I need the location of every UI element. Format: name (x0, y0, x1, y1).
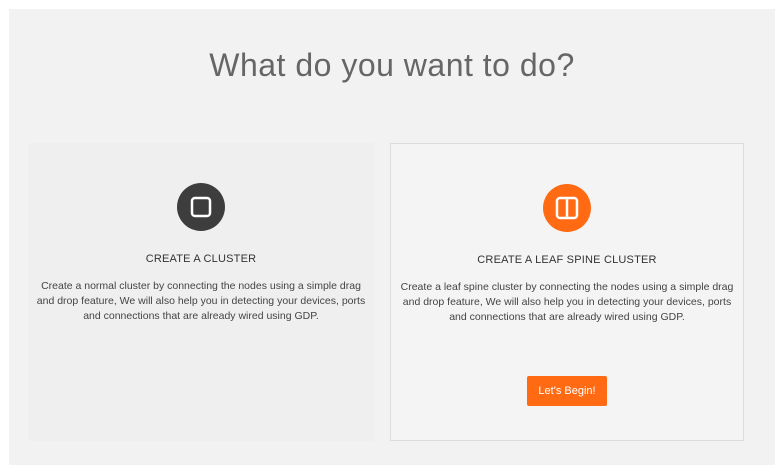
card-heading: CREATE A LEAF SPINE CLUSTER (477, 254, 657, 266)
card-description: Create a leaf spine cluster by connectin… (400, 281, 734, 323)
lets-begin-button[interactable]: Let's Begin! (527, 376, 607, 406)
create-leaf-spine-cluster-card[interactable]: CREATE A LEAF SPINE CLUSTER Create a lea… (390, 143, 744, 441)
page-title: What do you want to do? (209, 47, 575, 83)
create-cluster-card[interactable]: CREATE A CLUSTER Create a normal cluster… (28, 143, 374, 441)
card-heading: CREATE A CLUSTER (145, 253, 257, 265)
main-panel: What do you want to do? CREATE A CLUSTER… (9, 9, 775, 465)
card-description: Create a normal cluster by connecting th… (36, 280, 366, 322)
split-square-icon (543, 184, 591, 232)
square-icon (177, 183, 225, 231)
